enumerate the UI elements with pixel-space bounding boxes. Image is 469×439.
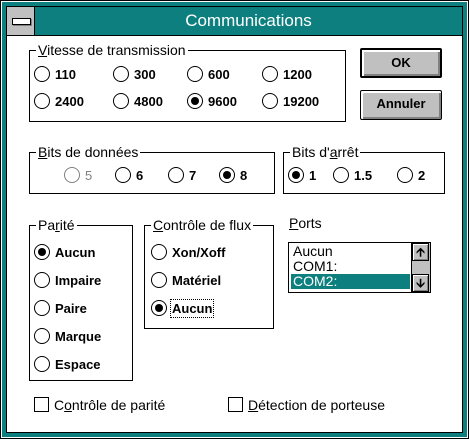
radio-circle[interactable] [168,167,184,183]
parity-radio-aucun[interactable]: Aucun [34,244,95,262]
parity-group: Parité Aucun Impaire Paire Marque Espace [29,217,133,381]
radio-circle-selected[interactable] [151,300,167,316]
radio-circle[interactable] [262,93,278,109]
radio-circle[interactable] [34,300,50,316]
checkbox-box[interactable] [228,397,243,412]
speed-radio-300[interactable]: 300 [113,66,156,84]
parity-check-checkbox[interactable]: Contrôle de parité [34,396,165,414]
client-area: Communications Vitesse de transmission 1… [6,6,463,433]
flow-radio-xon-xoff[interactable]: Xon/Xoff [151,244,225,262]
speed-group-label: Vitesse de transmission [36,42,188,58]
ports-label: Ports [289,215,322,231]
title-bar[interactable]: Communications [7,7,462,36]
ok-button[interactable]: OK [360,48,442,78]
stop-bits-group-label: Bits d'arrêt [290,144,361,160]
checkbox-box[interactable] [34,397,49,412]
arrow-up-icon[interactable]: 🡩 [412,243,429,261]
ports-list-item[interactable]: COM1: [291,259,410,274]
parity-radio-espace[interactable]: Espace [34,356,101,374]
stop-bits-radio-1[interactable]: 1 [288,167,316,185]
arrow-down-icon[interactable]: 🡫 [412,274,429,292]
speed-radio-2400[interactable]: 2400 [34,93,84,111]
speed-radio-110[interactable]: 110 [34,66,76,84]
radio-circle[interactable] [34,356,50,372]
radio-circle[interactable] [115,167,131,183]
ports-list-item[interactable]: Aucun [291,244,410,259]
radio-circle-selected[interactable] [34,244,50,260]
speed-radio-9600[interactable]: 9600 [187,93,237,111]
speed-radio-1200[interactable]: 1200 [262,66,312,84]
ports-scrollbar[interactable]: 🡩 🡫 [411,243,430,292]
ports-listbox[interactable]: Aucun COM1: COM2: 🡩 🡫 [288,242,431,293]
radio-circle-selected[interactable] [288,167,304,183]
radio-circle[interactable] [262,66,278,82]
parity-radio-paire[interactable]: Paire [34,300,87,318]
parity-radio-impaire[interactable]: Impaire [34,272,101,290]
radio-circle [64,167,80,183]
radio-circle[interactable] [34,93,50,109]
data-bits-radio-7[interactable]: 7 [168,167,196,185]
radio-circle[interactable] [333,167,349,183]
radio-circle[interactable] [34,328,50,344]
radio-circle[interactable] [397,167,413,183]
radio-circle[interactable] [113,93,129,109]
flow-radio-aucun[interactable]: Aucun [151,299,215,318]
cancel-button[interactable]: Annuler [360,90,442,120]
speed-radio-19200[interactable]: 19200 [262,93,319,111]
speed-group: Vitesse de transmission 110 300 600 1200… [29,42,346,122]
system-menu-icon[interactable] [7,7,35,35]
flow-radio-materiel[interactable]: Matériel [151,272,221,290]
radio-circle-selected[interactable] [187,93,203,109]
radio-circle[interactable] [34,272,50,288]
data-bits-radio-6[interactable]: 6 [115,167,143,185]
parity-radio-marque[interactable]: Marque [34,328,101,346]
radio-circle[interactable] [34,66,50,82]
speed-radio-4800[interactable]: 4800 [113,93,163,111]
radio-circle[interactable] [151,244,167,260]
data-bits-radio-8[interactable]: 8 [219,167,247,185]
data-bits-radio-5: 5 [64,167,92,185]
communications-dialog: Communications Vitesse de transmission 1… [0,0,469,439]
carrier-detect-checkbox[interactable]: Détection de porteuse [228,396,385,414]
window-frame: Communications Vitesse de transmission 1… [2,2,467,437]
parity-group-label: Parité [36,217,77,233]
radio-circle-selected[interactable] [219,167,235,183]
data-bits-group-label: Bits de données [36,144,141,160]
window-title: Communications [185,11,312,30]
speed-radio-600[interactable]: 600 [187,66,230,84]
data-bits-group: Bits de données 5 6 7 8 [29,144,275,194]
ports-list-item-selected[interactable]: COM2: [291,274,410,289]
stop-bits-group: Bits d'arrêt 1 1.5 2 [283,144,445,194]
stop-bits-radio-1-5[interactable]: 1.5 [333,167,372,185]
radio-circle[interactable] [151,272,167,288]
flow-control-group-label: Contrôle de flux [151,217,254,233]
radio-circle[interactable] [187,66,203,82]
flow-control-group: Contrôle de flux Xon/Xoff Matériel Aucun [144,217,274,329]
stop-bits-radio-2[interactable]: 2 [397,167,425,185]
radio-circle[interactable] [113,66,129,82]
